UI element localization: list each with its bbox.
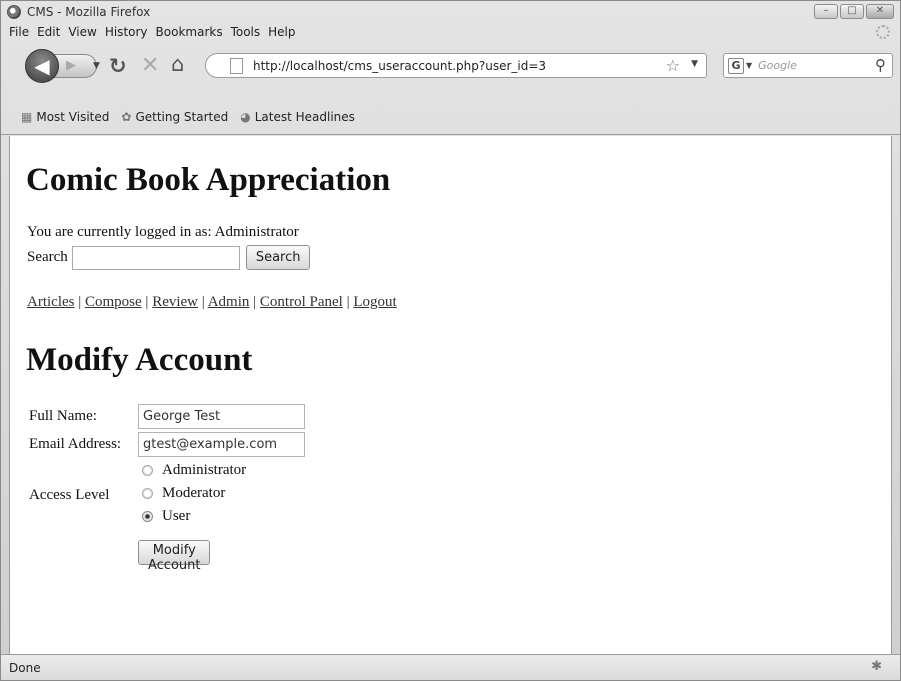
nav-link-logout[interactable]: Logout	[353, 294, 396, 310]
menu-tools[interactable]: Tools	[231, 25, 261, 39]
maximize-button[interactable]: □	[840, 4, 864, 19]
nav-separator: |	[201, 294, 205, 310]
search-button[interactable]: Search	[245, 245, 311, 270]
search-icon[interactable]: ⚲	[875, 56, 886, 74]
radio-user[interactable]	[142, 511, 153, 522]
full-name-label: Full Name:	[29, 408, 97, 424]
status-text: Done	[9, 660, 41, 675]
email-field[interactable]	[138, 432, 305, 457]
status-bar: Done ✱	[1, 654, 900, 680]
radio-label: User	[162, 508, 191, 524]
site-search-form: Search Search	[27, 245, 311, 270]
radio-option-administrator[interactable]: Administrator	[142, 462, 246, 479]
modify-account-button[interactable]: Modify Account	[138, 540, 211, 573]
login-status: You are currently logged in as: Administ…	[27, 224, 299, 240]
nav-link-articles[interactable]: Articles	[27, 294, 74, 310]
url-text[interactable]: http://localhost/cms_useraccount.php?use…	[253, 59, 546, 73]
email-label: Email Address:	[29, 436, 122, 452]
radio-label: Moderator	[162, 485, 226, 501]
url-dropdown-icon[interactable]: ▼	[691, 59, 698, 69]
minimize-button[interactable]: –	[814, 4, 838, 19]
status-puzzle-icon: ✱	[871, 659, 882, 674]
firefox-icon: ✿	[121, 109, 132, 124]
site-search-input[interactable]	[71, 245, 240, 270]
nav-separator: |	[145, 294, 149, 310]
nav-link-control-panel[interactable]: Control Panel	[260, 294, 343, 310]
nav-link-compose[interactable]: Compose	[85, 294, 142, 310]
radio-moderator[interactable]	[142, 488, 153, 499]
radio-label: Administrator	[162, 462, 247, 478]
bookmark-most-visited[interactable]: ▦ Most Visited	[21, 110, 109, 124]
throbber-icon	[876, 25, 890, 39]
reload-icon[interactable]: ↻	[109, 54, 127, 78]
search-bar[interactable]: G ▼ Google ⚲	[723, 53, 893, 78]
bookmark-label: Most Visited	[36, 109, 110, 124]
back-button[interactable]: ◀	[25, 49, 59, 83]
nav-link-admin[interactable]: Admin	[208, 294, 250, 310]
most-visited-icon: ▦	[21, 109, 33, 124]
stop-icon[interactable]: ✕	[141, 53, 159, 78]
nav-separator: |	[253, 294, 257, 310]
bookmark-label: Latest Headlines	[254, 109, 355, 124]
site-nav: Articles | Compose | Review | Admin | Co…	[27, 294, 397, 311]
close-button[interactable]: ✕	[866, 4, 894, 19]
section-title: Modify Account	[26, 342, 253, 378]
menu-view[interactable]: View	[68, 25, 96, 39]
bookmarks-toolbar: ▦ Most Visited ✿ Getting Started ◕ Lates…	[1, 99, 900, 135]
bookmark-latest-headlines[interactable]: ◕ Latest Headlines	[240, 110, 355, 124]
radio-administrator[interactable]	[142, 465, 153, 476]
nav-separator: |	[346, 294, 350, 310]
menu-bookmarks[interactable]: Bookmarks	[156, 25, 223, 39]
search-label: Search	[27, 249, 68, 265]
window-title: CMS - Mozilla Firefox	[27, 5, 151, 19]
page-icon	[230, 57, 243, 74]
window-controls: – □ ✕	[814, 4, 894, 19]
home-icon[interactable]: ⌂	[171, 52, 184, 76]
engine-dropdown-icon[interactable]: ▼	[746, 61, 752, 70]
site-title: Comic Book Appreciation	[26, 162, 391, 198]
menu-edit[interactable]: Edit	[37, 25, 60, 39]
search-placeholder[interactable]: Google	[758, 59, 797, 72]
menu-bar: File Edit View History Bookmarks Tools H…	[1, 23, 900, 41]
nav-separator: |	[78, 294, 82, 310]
url-bar[interactable]: http://localhost/cms_useraccount.php?use…	[205, 53, 707, 78]
navigation-toolbar: ▶ ◀ ▼ ↻ ✕ ⌂ http://localhost/cms_useracc…	[1, 41, 900, 99]
menu-history[interactable]: History	[105, 25, 148, 39]
bookmark-getting-started[interactable]: ✿ Getting Started	[121, 110, 228, 124]
page-content: Comic Book Appreciation You are currentl…	[9, 136, 892, 654]
google-engine-icon[interactable]: G	[728, 57, 744, 74]
menu-help[interactable]: Help	[268, 25, 295, 39]
radio-option-user[interactable]: User	[142, 508, 190, 525]
radio-option-moderator[interactable]: Moderator	[142, 485, 225, 502]
nav-link-review[interactable]: Review	[152, 294, 198, 310]
rss-feed-icon: ◕	[240, 109, 251, 124]
history-dropdown-icon[interactable]: ▼	[93, 61, 100, 71]
bookmark-star-icon[interactable]: ☆	[666, 56, 680, 75]
menu-file[interactable]: File	[9, 25, 29, 39]
full-name-field[interactable]	[138, 404, 305, 429]
browser-window: CMS - Mozilla Firefox – □ ✕ File Edit Vi…	[0, 0, 901, 681]
bookmark-label: Getting Started	[135, 109, 229, 124]
access-level-label: Access Level	[29, 487, 110, 503]
firefox-icon	[7, 5, 21, 19]
title-bar: CMS - Mozilla Firefox – □ ✕	[1, 1, 900, 23]
